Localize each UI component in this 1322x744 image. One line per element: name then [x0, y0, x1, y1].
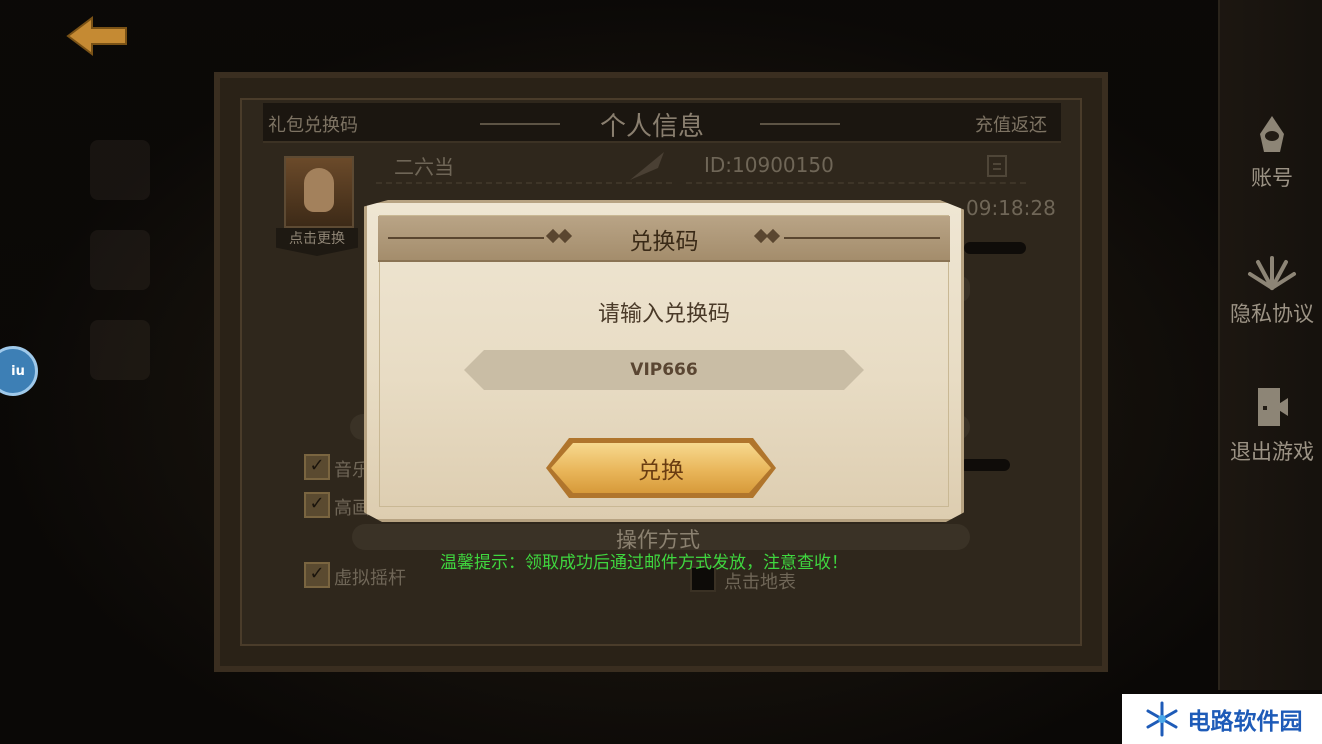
snowflake-logo-icon: [1146, 701, 1177, 737]
dialog-title: 兑换码: [629, 229, 699, 255]
redeem-button-label: 兑换: [638, 458, 684, 484]
site-watermark: 电路软件园: [1122, 694, 1322, 744]
avatar-portrait: [304, 168, 334, 212]
joystick-checkbox[interactable]: ✓: [304, 562, 330, 588]
menu-item-label: 账号: [1251, 166, 1293, 190]
edit-quill-icon[interactable]: [626, 148, 670, 186]
id-underline: [686, 182, 1026, 184]
menu-item-exit[interactable]: 退出游戏: [1220, 384, 1322, 466]
redeem-code-dialog: 兑换码 请输入兑换码 兑换: [364, 200, 964, 522]
redeem-button-face: 兑换: [551, 443, 771, 493]
avatar[interactable]: [284, 156, 354, 228]
menu-item-label: 退出游戏: [1230, 440, 1314, 464]
volume-slider-track[interactable]: [960, 459, 1010, 471]
title-deco-line: [760, 123, 840, 125]
watermark-text: 电路软件园: [1187, 709, 1303, 735]
left-menu-blurred: [60, 70, 210, 630]
back-arrow-icon[interactable]: [66, 14, 130, 58]
copy-icon[interactable]: [984, 152, 1010, 184]
menu-item-account[interactable]: 账号: [1220, 112, 1322, 192]
tab-recharge-return[interactable]: 充值返还: [975, 111, 1047, 137]
joystick-label: 虚拟摇杆: [334, 568, 406, 589]
menu-ghost-icon: [90, 140, 150, 200]
player-name: 二六当: [394, 155, 454, 179]
hooded-figure-icon: [1260, 116, 1284, 152]
menu-item-privacy[interactable]: 隐私协议: [1220, 252, 1322, 328]
sunburst-icon: [1248, 256, 1296, 290]
right-side-menu: 账号 隐私协议 退出游戏: [1218, 0, 1322, 690]
music-checkbox[interactable]: ✓: [304, 454, 330, 480]
player-id: ID:10900150: [704, 153, 834, 177]
title-deco-line: [480, 123, 560, 125]
name-underline: [376, 182, 672, 184]
server-time: 09:18:28: [966, 196, 1056, 220]
header-deco-line: [784, 237, 940, 239]
menu-ghost-icon: [90, 230, 150, 290]
hd-checkbox[interactable]: ✓: [304, 492, 330, 518]
dialog-prompt: 请输入兑换码: [597, 302, 730, 327]
hint-text: 温馨提示：领取成功后通过邮件方式发放，注意查收！: [440, 553, 848, 573]
redeem-code-input[interactable]: [464, 350, 864, 390]
exit-door-icon: [1258, 388, 1288, 426]
progress-bar-track: [964, 242, 1026, 254]
menu-ghost-icon: [90, 320, 150, 380]
tab-gift-code[interactable]: 礼包兑换码: [268, 111, 358, 137]
menu-item-label: 隐私协议: [1230, 302, 1314, 326]
redeem-button[interactable]: 兑换: [546, 438, 776, 498]
panel-title: 个人信息: [600, 112, 705, 142]
float-ball-label: iu: [11, 363, 25, 379]
